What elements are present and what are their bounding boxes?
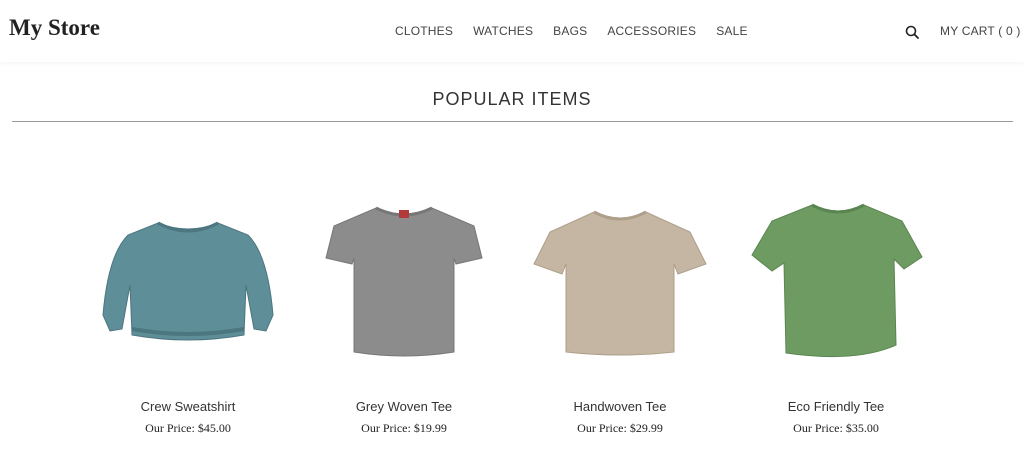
store-logo[interactable]: My Store xyxy=(9,15,100,41)
tshirt-image[interactable] xyxy=(296,190,512,370)
product-price: Our Price: $45.00 xyxy=(145,421,231,435)
product-price: Our Price: $19.99 xyxy=(361,421,447,435)
sweatshirt-image[interactable] xyxy=(80,190,296,370)
main-nav: CLOTHES WATCHES BAGS ACCESSORIES SALE xyxy=(395,24,748,38)
nav-item-watches[interactable]: WATCHES xyxy=(473,24,533,38)
tshirt-image[interactable] xyxy=(512,190,728,370)
product-price: Our Price: $35.00 xyxy=(793,421,879,435)
section-title: POPULAR ITEMS xyxy=(432,89,592,109)
product-card[interactable]: Grey Woven Tee Our Price: $19.99 xyxy=(296,190,512,436)
nav-item-clothes[interactable]: CLOTHES xyxy=(395,24,453,38)
product-name[interactable]: Grey Woven Tee xyxy=(296,399,512,414)
nav-item-accessories[interactable]: ACCESSORIES xyxy=(607,24,696,38)
section-divider xyxy=(12,121,1013,122)
nav-item-bags[interactable]: BAGS xyxy=(553,24,587,38)
product-name[interactable]: Eco Friendly Tee xyxy=(728,399,944,414)
header: My Store CLOTHES WATCHES BAGS ACCESSORIE… xyxy=(0,0,1024,62)
cart-link[interactable]: MY CART ( 0 ) xyxy=(940,24,1021,38)
search-icon[interactable] xyxy=(905,25,919,39)
tshirt-image[interactable] xyxy=(728,190,944,370)
product-card[interactable]: Handwoven Tee Our Price: $29.99 xyxy=(512,190,728,436)
nav-item-sale[interactable]: SALE xyxy=(716,24,748,38)
product-name[interactable]: Crew Sweatshirt xyxy=(80,399,296,414)
product-name[interactable]: Handwoven Tee xyxy=(512,399,728,414)
product-card[interactable]: Crew Sweatshirt Our Price: $45.00 xyxy=(80,190,296,436)
product-grid: Crew Sweatshirt Our Price: $45.00 Grey W… xyxy=(80,190,944,436)
product-card[interactable]: Eco Friendly Tee Our Price: $35.00 xyxy=(728,190,944,436)
product-price: Our Price: $29.99 xyxy=(577,421,663,435)
